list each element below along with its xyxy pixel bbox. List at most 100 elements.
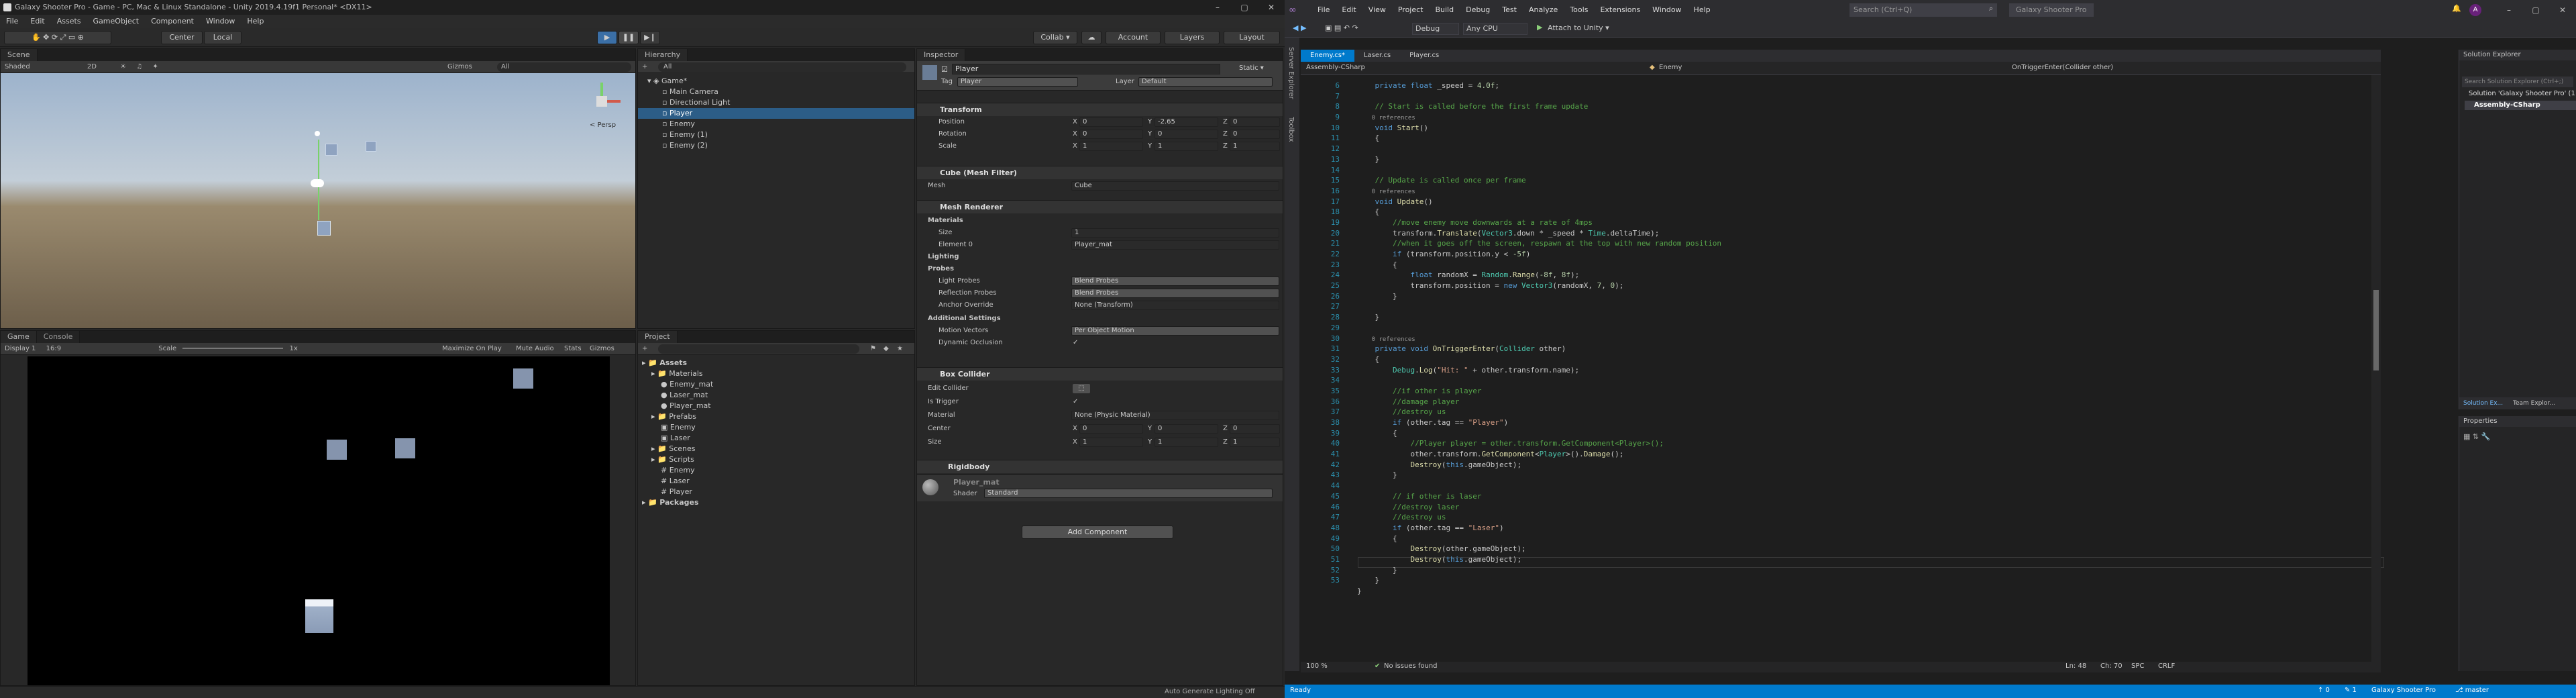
vs-menu-item-help[interactable]: Help <box>1688 0 1717 20</box>
project-add-button[interactable]: + <box>638 343 651 354</box>
rotation-z-field[interactable]: 0 <box>1230 130 1280 139</box>
light-probes-dropdown[interactable]: Blend Probes <box>1071 277 1279 286</box>
size-y-field[interactable]: 1 <box>1155 438 1218 447</box>
tag-dropdown[interactable]: Player <box>957 77 1078 87</box>
project-item[interactable]: ▸ 📁 Scripts <box>638 454 914 465</box>
static-toggle[interactable]: Static ▾ <box>1239 64 1264 72</box>
additional-settings-foldout[interactable]: Additional Settings <box>917 313 1283 324</box>
transform-tools[interactable]: ✋ ✥ ⟳ ⤢ ▭ ⊕ <box>4 31 111 44</box>
vs-menu-item-tools[interactable]: Tools <box>1564 0 1594 20</box>
vs-search-input[interactable]: Search (Ctrl+Q) <box>1849 3 1997 17</box>
hierarchy-item[interactable]: ▾ ◈ Game* <box>638 76 914 87</box>
whitespace-mode[interactable]: SPC <box>2131 662 2144 670</box>
2d-toggle[interactable]: 2D <box>83 61 101 72</box>
maximize-icon[interactable]: ▢ <box>2522 3 2549 17</box>
vs-menu-item-build[interactable]: Build <box>1429 0 1460 20</box>
project-item[interactable]: ● Laser_mat <box>638 390 914 401</box>
center-z-field[interactable]: 0 <box>1230 424 1280 434</box>
project-item[interactable]: ▸ 📁 Packages <box>638 497 914 508</box>
motion-vectors-dropdown[interactable]: Per Object Motion <box>1071 326 1279 336</box>
element0-field[interactable]: Player_mat <box>1071 240 1279 250</box>
scale-x-field[interactable]: 1 <box>1079 142 1143 151</box>
vs-menu-item-view[interactable]: View <box>1362 0 1392 20</box>
layers-dropdown[interactable]: Layers <box>1165 31 1220 44</box>
reflection-probes-dropdown[interactable]: Blend Probes <box>1071 289 1279 298</box>
center-y-field[interactable]: 0 <box>1155 424 1218 434</box>
collab-dropdown[interactable]: Collab ▾ <box>1033 31 1077 44</box>
status-changes[interactable]: ✎ 1 <box>2345 687 2357 694</box>
hierarchy-item[interactable]: ▫ Main Camera <box>638 87 914 97</box>
hierarchy-item[interactable]: ▫ Directional Light <box>638 97 914 108</box>
scale-y-field[interactable]: 1 <box>1155 142 1218 151</box>
mesh-field[interactable]: Cube <box>1071 181 1279 191</box>
menu-item-help[interactable]: Help <box>241 15 270 28</box>
project-item[interactable]: ▸ 📁 Materials <box>638 368 914 379</box>
is-trigger-checkbox[interactable]: ✓ <box>1073 397 1078 407</box>
server-explorer-tab[interactable]: Server Explorer <box>1287 47 1295 99</box>
lighting-foldout[interactable]: Lighting <box>917 252 1283 262</box>
status-repo[interactable]: Galaxy Shooter Pro <box>2371 687 2436 694</box>
notifications-icon[interactable]: 🔔 <box>2452 4 2461 13</box>
gizmos-dropdown[interactable]: Gizmos <box>443 61 476 72</box>
tab-scene[interactable]: Scene <box>1 49 38 61</box>
position-y-field[interactable]: -2.65 <box>1155 117 1218 127</box>
toolbox-tab[interactable]: Toolbox <box>1287 117 1295 142</box>
vs-menu-item-file[interactable]: File <box>1311 0 1336 20</box>
menu-item-component[interactable]: Component <box>145 15 200 28</box>
mute-audio-toggle[interactable]: Mute Audio <box>512 343 558 354</box>
project-item[interactable]: ▸ 📁 Assets <box>638 358 914 368</box>
vs-menu-item-analyze[interactable]: Analyze <box>1523 0 1564 20</box>
game-viewport[interactable] <box>28 356 610 685</box>
stats-toggle[interactable]: Stats <box>560 343 586 354</box>
transform-header[interactable]: Transform <box>917 103 1283 116</box>
box-collider-header[interactable]: Box Collider <box>917 367 1283 381</box>
project-item[interactable]: # Enemy <box>638 465 914 476</box>
minimize-icon[interactable]: – <box>1204 0 1231 15</box>
layer-dropdown[interactable]: Default <box>1138 77 1273 87</box>
tab-playercs[interactable]: Player.cs <box>1400 50 1448 62</box>
layout-dropdown[interactable]: Layout <box>1224 31 1280 44</box>
close-icon[interactable]: ✕ <box>2549 3 2576 17</box>
editor-scrollbar[interactable] <box>2371 75 2381 662</box>
menu-item-edit[interactable]: Edit <box>24 15 50 28</box>
status-branch[interactable]: ⎇ master <box>2455 687 2489 694</box>
active-checkbox[interactable]: ☑ <box>941 65 948 74</box>
save-all-icon[interactable]: ▣ ▤ ↶ ↷ <box>1325 23 1358 32</box>
line-ending[interactable]: CRLF <box>2158 662 2175 670</box>
label-icon[interactable]: ◆ <box>879 343 893 354</box>
issues-text[interactable]: No issues found <box>1384 662 1438 670</box>
back-icon[interactable]: ◀ ▶ <box>1293 23 1306 32</box>
platform-dropdown[interactable]: Any CPU <box>1463 23 1527 35</box>
local-global-toggle[interactable]: Local <box>204 31 241 44</box>
project-item[interactable]: # Player <box>638 487 914 497</box>
project-item[interactable]: ● Player_mat <box>638 401 914 411</box>
tab-solution-explorer[interactable]: Solution Ex... <box>2459 397 2507 409</box>
close-icon[interactable]: ✕ <box>1258 0 1285 15</box>
hierarchy-item[interactable]: ▫ Player <box>638 108 914 119</box>
tab-inspector[interactable]: Inspector <box>917 49 966 61</box>
tab-console[interactable]: Console <box>36 331 80 343</box>
configuration-dropdown[interactable]: Debug <box>1412 23 1459 35</box>
maximize-icon[interactable]: ▢ <box>1231 0 1258 15</box>
categorized-icon[interactable]: ▦ ⇅ 🔧 <box>2463 432 2490 441</box>
attach-to-unity-button[interactable]: Attach to Unity ▾ <box>1548 23 1609 32</box>
camera-gizmo-icon[interactable] <box>311 179 324 187</box>
rotation-y-field[interactable]: 0 <box>1155 130 1218 139</box>
tab-project[interactable]: Project <box>638 331 678 343</box>
project-search-input[interactable] <box>658 344 859 354</box>
shader-dropdown[interactable]: Standard <box>984 489 1273 498</box>
physic-material-field[interactable]: None (Physic Material) <box>1071 411 1279 420</box>
add-component-button[interactable]: Add Component <box>1022 526 1173 539</box>
edit-collider-button[interactable]: ⬚ <box>1073 384 1090 393</box>
effects-toggle-icon[interactable]: ✦ <box>148 61 162 72</box>
search-icon[interactable]: ⌕ <box>1989 4 1993 13</box>
lighting-toggle-icon[interactable]: ☀ <box>116 61 130 72</box>
hierarchy-item[interactable]: ▫ Enemy (1) <box>638 130 914 140</box>
cloud-icon[interactable]: ☁ <box>1081 31 1102 44</box>
step-button[interactable]: ▶❙ <box>640 31 660 44</box>
aspect-dropdown[interactable]: 16:9 <box>42 343 65 354</box>
pause-button[interactable]: ❚❚ <box>619 31 639 44</box>
project-item[interactable]: ▸ 📁 Scenes <box>638 444 914 454</box>
player-cube[interactable] <box>317 221 331 236</box>
probes-foldout[interactable]: Probes <box>917 264 1283 275</box>
